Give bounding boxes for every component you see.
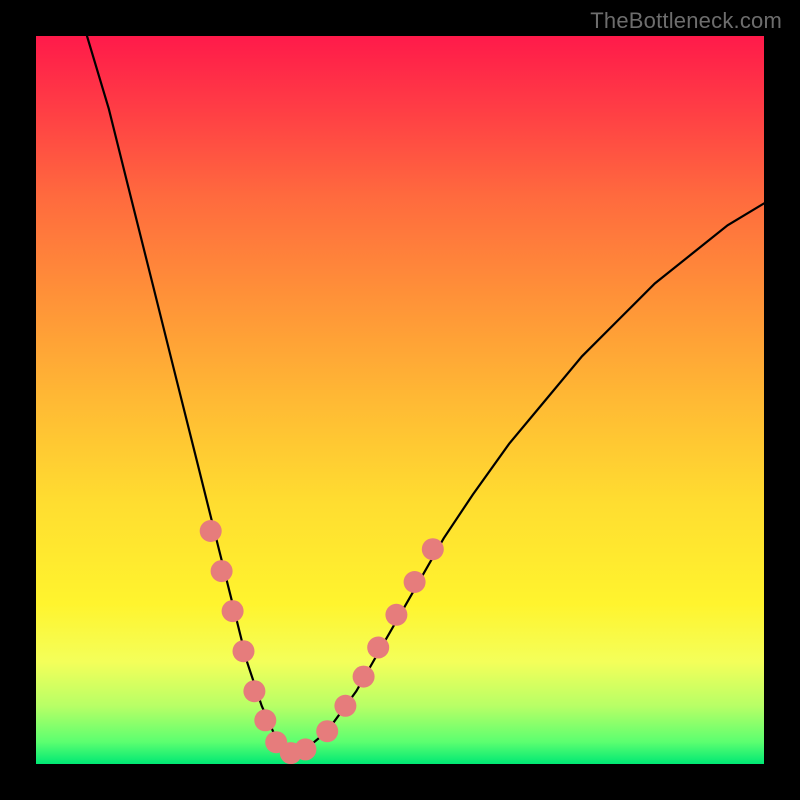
highlight-dot — [211, 560, 233, 582]
highlight-dot — [422, 538, 444, 560]
plot-area — [36, 36, 764, 764]
highlight-dot — [222, 600, 244, 622]
attribution-text: TheBottleneck.com — [590, 8, 782, 34]
highlight-dot — [294, 738, 316, 760]
highlight-dot — [334, 695, 356, 717]
highlight-dot — [404, 571, 426, 593]
highlight-dot — [353, 666, 375, 688]
highlight-dot — [243, 680, 265, 702]
highlight-dot — [254, 709, 276, 731]
highlight-dot — [367, 637, 389, 659]
highlight-dot — [233, 640, 255, 662]
highlight-dot — [385, 604, 407, 626]
bottleneck-curve — [87, 36, 764, 753]
bottleneck-chart — [36, 36, 764, 764]
highlight-points — [200, 520, 444, 764]
highlight-dot — [200, 520, 222, 542]
highlight-dot — [316, 720, 338, 742]
